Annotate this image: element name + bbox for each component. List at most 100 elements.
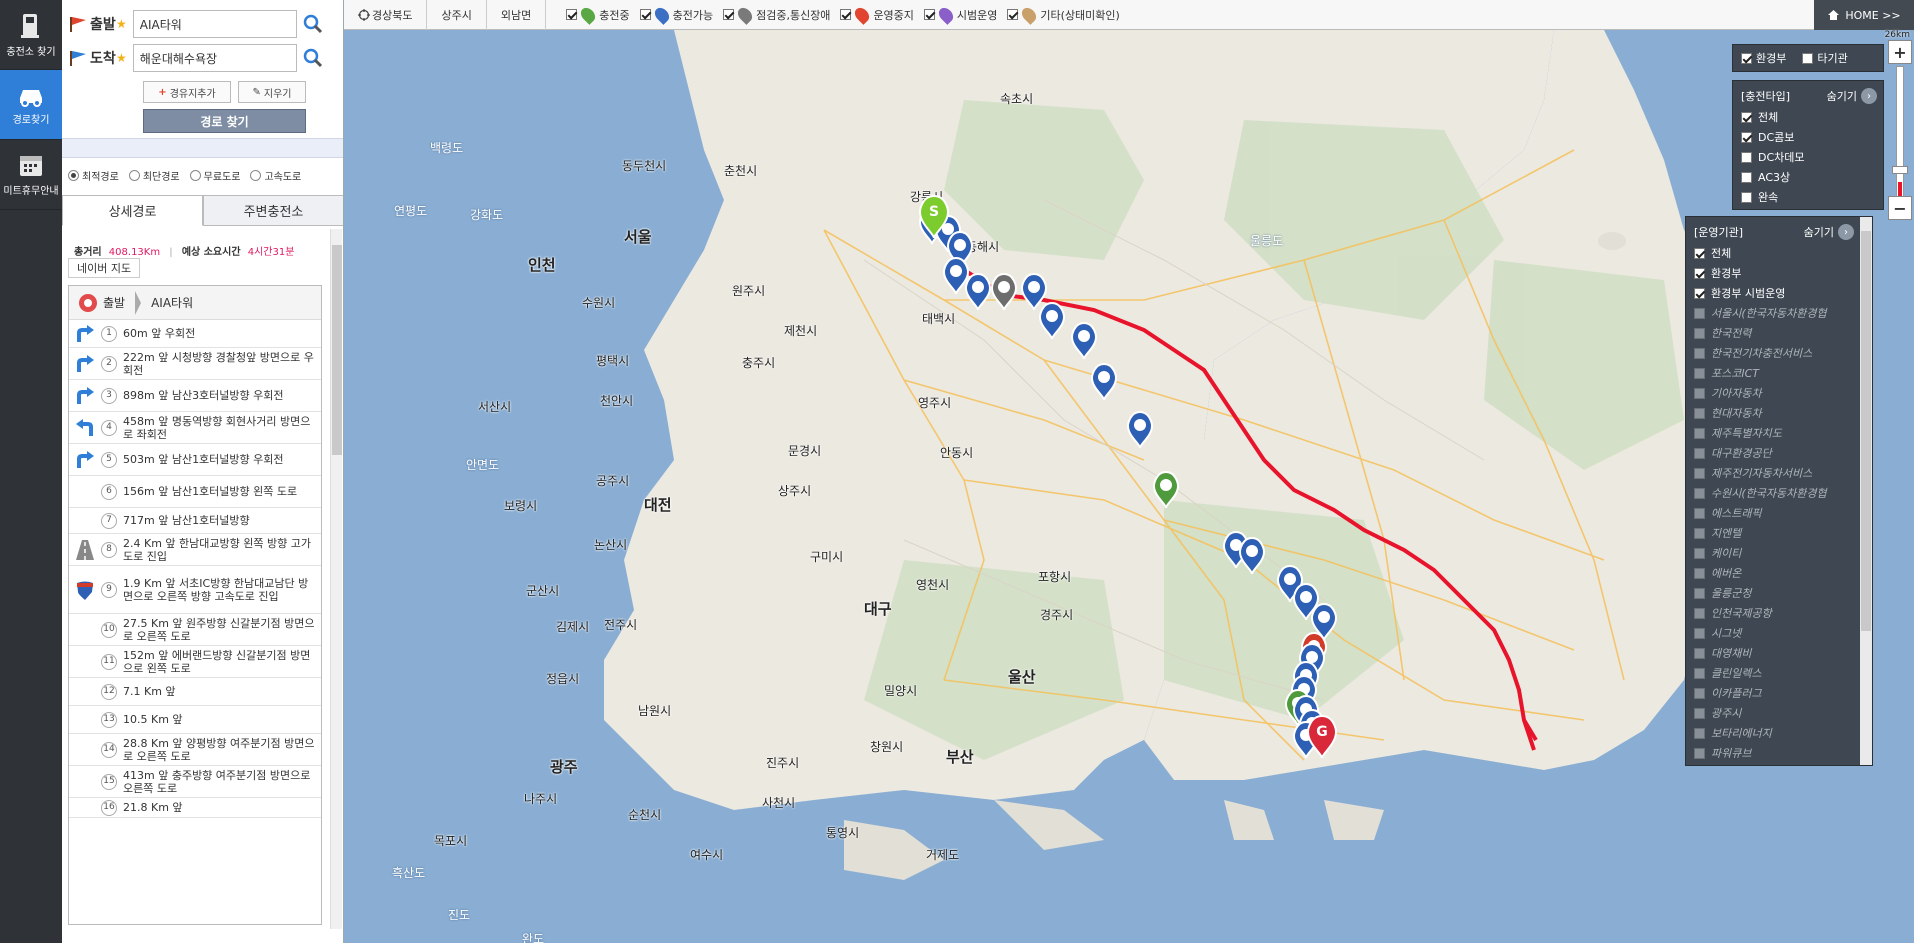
operator-option[interactable]: 서울시(한국자동차환경협 — [1686, 303, 1872, 323]
charge-type-option[interactable]: DC차데모 — [1733, 147, 1883, 167]
operator-option[interactable]: 인천국제공항 — [1686, 603, 1872, 623]
operator-option[interactable]: 보타리에너지 — [1686, 723, 1872, 743]
scrollbar-thumb[interactable] — [1861, 231, 1871, 631]
operator-option[interactable]: 수원시(한국자동차환경협 — [1686, 483, 1872, 503]
option-shortest[interactable]: 최단경로 — [128, 168, 180, 183]
search-icon[interactable] — [303, 48, 323, 68]
operator-option[interactable]: 에버온 — [1686, 563, 1872, 583]
status-filter[interactable]: 점검중,통신장애 — [723, 4, 831, 25]
charge-type-option[interactable]: AC3상 — [1733, 167, 1883, 187]
start-input[interactable] — [132, 10, 297, 38]
operator-option[interactable]: 케이티 — [1686, 543, 1872, 563]
route-step[interactable]: 14 28.8 Km 앞 양평방향 여주분기점 방면으로 오른쪽 도로 — [69, 734, 321, 766]
city-label: 영천시 — [916, 578, 950, 592]
route-step[interactable]: 11 152m 앞 에버랜드방향 신갈분기점 방면으로 왼쪽 도로 — [69, 646, 321, 678]
zoom-out-button[interactable]: − — [1888, 196, 1912, 220]
calendar-icon — [20, 156, 42, 176]
status-filter[interactable]: 충전가능 — [639, 4, 713, 25]
operator-option[interactable]: 전체 — [1686, 243, 1872, 263]
road-icon — [76, 539, 94, 560]
tab-nearby-chargers[interactable]: 주변충전소 — [203, 195, 343, 226]
end-input[interactable] — [132, 44, 297, 72]
operator-option[interactable]: 에스트래픽 — [1686, 503, 1872, 523]
operator-option[interactable]: 시그넷 — [1686, 623, 1872, 643]
scrollbar-thumb[interactable] — [332, 245, 342, 455]
start-label: 출발 — [90, 17, 116, 33]
operator-option[interactable]: 클린일렉스 — [1686, 663, 1872, 683]
operator-option[interactable]: 한국전기차충전서비스 — [1686, 343, 1872, 363]
city-label: 원주시 — [732, 284, 766, 298]
operator-option[interactable]: 울릉군청 — [1686, 583, 1872, 603]
option-optimal[interactable]: 최적경로 — [68, 168, 119, 183]
clear-button[interactable]: ✎ 지우기 — [238, 81, 306, 103]
route-step[interactable]: 6 156m 앞 남산1호터널방향 왼쪽 도로 — [69, 476, 321, 508]
layer-other[interactable]: 타기관 — [1802, 50, 1848, 66]
operator-option[interactable]: 환경부 시범운영 — [1686, 283, 1872, 303]
charge-type-label: AC3상 — [1758, 171, 1791, 184]
home-button[interactable]: HOME >> — [1814, 0, 1914, 30]
map-view[interactable]: 속초시 백령도 동두천시 춘천시 강릉시 연평도 강화도 서울 동해시 울릉도 인천 원주시 수원시 태백… — [344, 0, 1914, 943]
sidebar-scrollbar[interactable] — [330, 229, 342, 929]
hide-charge-type[interactable]: 숨기기 › — [1827, 88, 1877, 104]
status-filter-label: 점검중,통신장애 — [756, 8, 831, 22]
charge-type-option[interactable]: 전체 — [1733, 107, 1883, 127]
city-label: 대전 — [644, 496, 672, 514]
rail-item-find-charger[interactable]: 충전소 찾기 — [0, 0, 62, 70]
operator-option[interactable]: 한국전력 — [1686, 323, 1872, 343]
sidebar-tabs: 상세경로 주변충전소 — [62, 195, 343, 226]
add-waypoint-button[interactable]: + 경유지추가 — [143, 81, 231, 103]
tab-detail-route[interactable]: 상세경로 — [62, 195, 203, 226]
rail-item-route[interactable]: 경로찾기 — [0, 70, 62, 140]
route-step[interactable]: 1 60m 앞 우회전 — [69, 320, 321, 348]
operator-option[interactable]: 환경부 — [1686, 263, 1872, 283]
search-icon[interactable] — [303, 14, 323, 34]
route-step[interactable]: 3 898m 앞 남산3호터널방향 우회전 — [69, 380, 321, 412]
option-highway[interactable]: 고속도로 — [250, 168, 301, 183]
route-step[interactable]: 16 21.8 Km 앞 — [69, 798, 321, 818]
route-step[interactable]: 15 413m 앞 충주방향 여주분기점 방면으로 오른쪽 도로 — [69, 766, 321, 798]
route-step[interactable]: 7 717m 앞 남산1호터널방향 — [69, 508, 321, 534]
find-route-button[interactable]: 경로 찾기 — [143, 109, 306, 133]
charge-type-option[interactable]: DC콤보 — [1733, 127, 1883, 147]
operator-option[interactable]: 지엔텔 — [1686, 523, 1872, 543]
step-start[interactable]: 출발 AIA타워 — [69, 286, 321, 320]
zoom-slider-handle[interactable] — [1892, 166, 1908, 174]
operator-option[interactable]: 대구환경공단 — [1686, 443, 1872, 463]
operator-option[interactable]: 현대자동차 — [1686, 403, 1872, 423]
status-filter[interactable]: 기타(상태미확인) — [1007, 4, 1120, 25]
operator-option[interactable]: 대영채비 — [1686, 643, 1872, 663]
operator-option[interactable]: 기아자동차 — [1686, 383, 1872, 403]
hide-operator[interactable]: 숨기기 › — [1804, 224, 1854, 240]
status-filter[interactable]: 시범운영 — [923, 4, 997, 25]
route-step[interactable]: 9 1.9 Km 앞 서초IC방향 한남대교남단 방면으로 오른쪽 방향 고속도로… — [69, 566, 321, 614]
route-step[interactable]: 4 458m 앞 명동역방향 회현사거리 방면으로 좌회전 — [69, 412, 321, 444]
route-step[interactable]: 8 2.4 Km 앞 한남대교방향 왼쪽 방향 고가도로 진입 — [69, 534, 321, 566]
layer-moe[interactable]: 환경부 — [1741, 50, 1786, 66]
favorite-star-icon[interactable]: ★ — [116, 51, 127, 65]
operator-option[interactable]: 광주시 — [1686, 703, 1872, 723]
route-step[interactable]: 10 27.5 Km 앞 원주방향 신갈분기점 방면으로 오른쪽 도로 — [69, 614, 321, 646]
breadcrumb-city[interactable]: 상주시 — [427, 0, 487, 30]
operator-option[interactable]: 제주전기자동차서비스 — [1686, 463, 1872, 483]
operator-option[interactable]: 이카플러그 — [1686, 683, 1872, 703]
operator-label: 제주특별자치도 — [1711, 427, 1782, 440]
route-step[interactable]: 5 503m 앞 남산1호터널방향 우회전 — [69, 444, 321, 476]
favorite-star-icon[interactable]: ★ — [116, 17, 127, 31]
option-free-road[interactable]: 무료도로 — [189, 168, 240, 183]
breadcrumb-province[interactable]: 경상북도 — [344, 0, 428, 30]
route-step[interactable]: 2 222m 앞 시청방향 경찰청앞 방면으로 우회전 — [69, 348, 321, 380]
route-step[interactable]: 12 7.1 Km 앞 — [69, 678, 321, 706]
status-filter[interactable]: 운영중지 — [840, 4, 914, 25]
map-canvas[interactable] — [344, 0, 1914, 943]
charge-type-option[interactable]: 완속 — [1733, 187, 1883, 207]
operator-scrollbar[interactable] — [1860, 217, 1872, 765]
rail-item-holiday[interactable]: 미트휴무안내 — [0, 140, 62, 210]
breadcrumb-town[interactable]: 외남면 — [487, 0, 547, 30]
operator-option[interactable]: 포스코ICT — [1686, 363, 1872, 383]
operator-option[interactable]: 제주특별자치도 — [1686, 423, 1872, 443]
operator-option[interactable]: 파워큐브 — [1686, 743, 1872, 763]
route-step[interactable]: 13 10.5 Km 앞 — [69, 706, 321, 734]
status-filter[interactable]: 충전중 — [566, 4, 630, 25]
panel-title: [충전타입] — [1741, 90, 1791, 103]
zoom-in-button[interactable]: + — [1888, 40, 1912, 64]
